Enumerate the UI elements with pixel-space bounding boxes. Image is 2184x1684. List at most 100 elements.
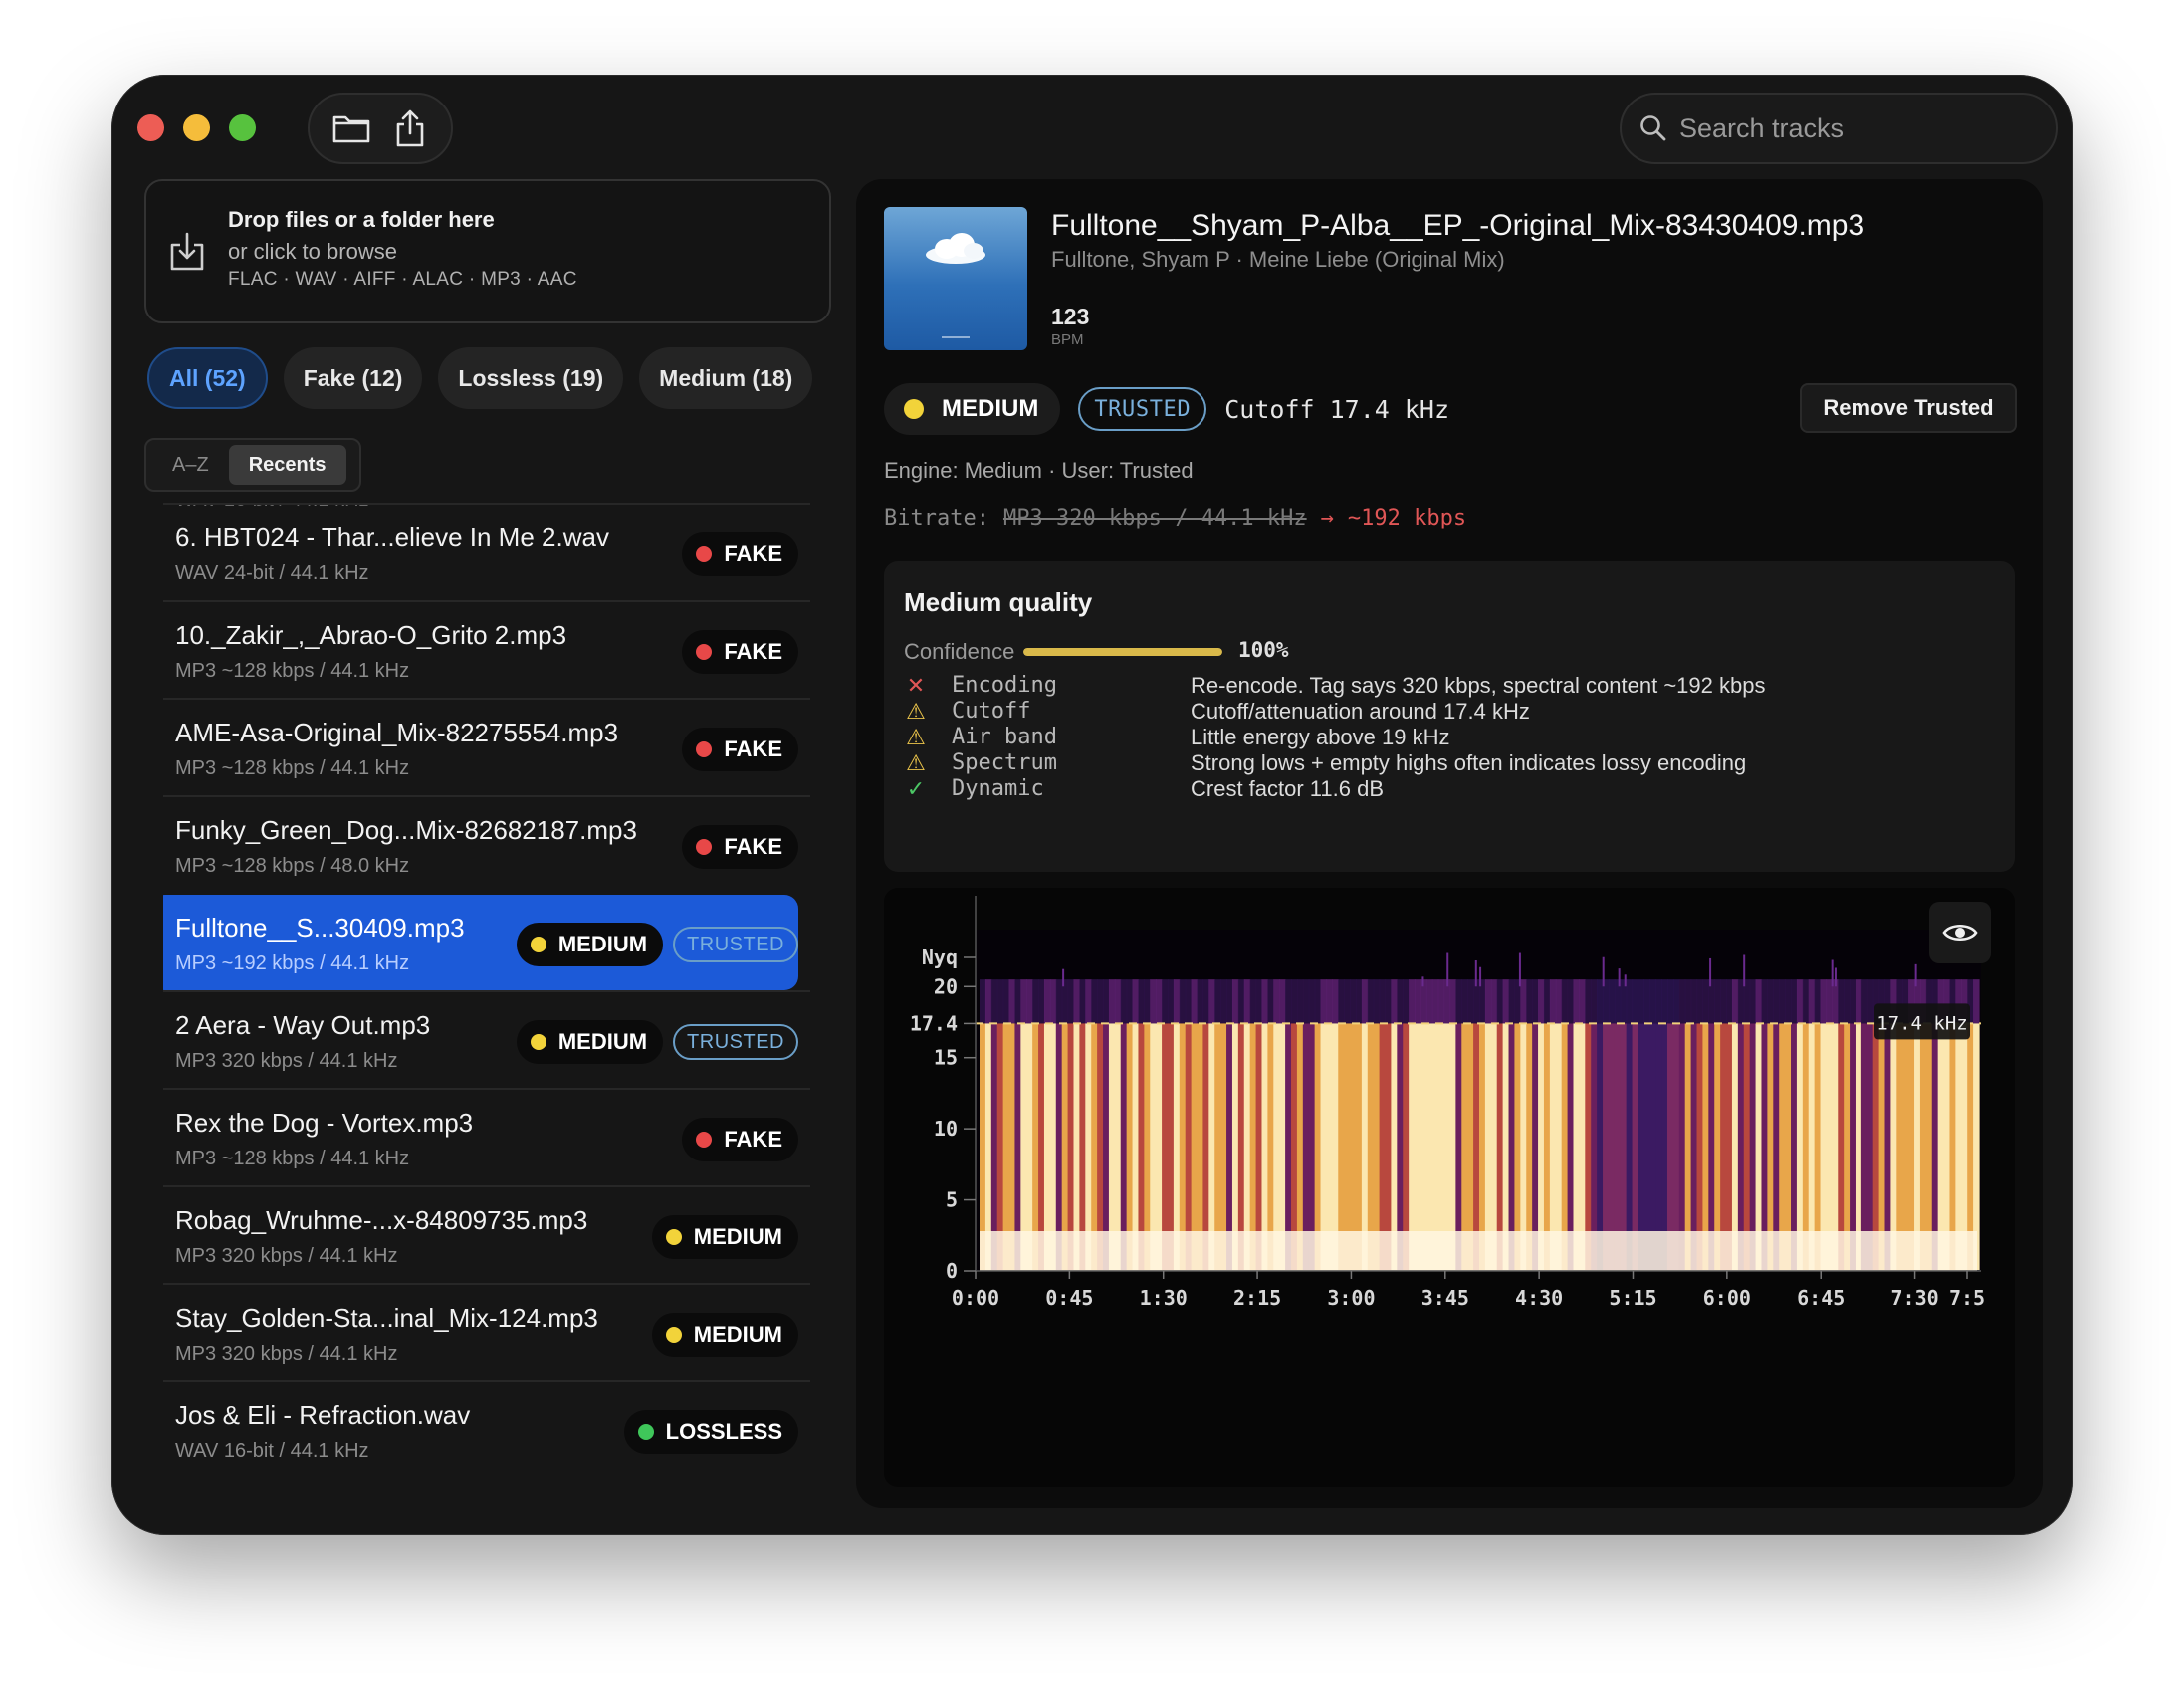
- verdict-label: MEDIUM: [942, 395, 1039, 422]
- spectrogram-high-band: [1197, 979, 1204, 1024]
- search-input[interactable]: [1677, 111, 2040, 145]
- track-row-name: 2 Aera - Way Out.mp3: [175, 1010, 431, 1040]
- verdict-label: FAKE: [724, 1127, 782, 1152]
- verdict-badge: FAKE: [682, 728, 798, 771]
- filter-chip[interactable]: All (52): [147, 347, 268, 409]
- verdict-badge: LOSSLESS: [623, 1410, 798, 1454]
- open-folder-button[interactable]: [329, 106, 373, 150]
- spectrogram-high-band: [1320, 979, 1328, 1024]
- dropzone-title: Drop files or a folder here: [228, 207, 495, 232]
- folder-icon: [332, 115, 369, 143]
- spectrogram-high-band: [1702, 979, 1709, 1024]
- spectrogram-high-band: [1226, 979, 1233, 1024]
- spectrogram-high-band: [1555, 979, 1563, 1024]
- filter-chip[interactable]: Lossless (19): [438, 347, 624, 409]
- track-row[interactable]: 10._Zakir_,_Abrao-O_Grito 2.mp3 MP3 ~128 …: [163, 600, 810, 698]
- verdict-label: MEDIUM: [557, 932, 648, 956]
- zoom-window-button[interactable]: [229, 114, 256, 141]
- bitrate-label: Bitrate:: [884, 506, 989, 530]
- spectrogram-high-band: [1355, 979, 1363, 1024]
- track-row-name: Funky_Green_Dog...Mix-82682187.mp3: [175, 815, 637, 845]
- spectrogram-high-band: [1409, 979, 1416, 1024]
- track-row[interactable]: Stay_Golden-Sta...inal_Mix-124.mp3 MP3 32…: [163, 1283, 810, 1380]
- track-row-name: AME-Asa-Original_Mix-82275554.mp3: [175, 718, 619, 747]
- spectrogram-high-band: [1549, 979, 1557, 1024]
- spectrogram-high-band: [1684, 979, 1692, 1024]
- sort-az-option[interactable]: A–Z: [152, 445, 229, 485]
- track-row[interactable]: Funky_Green_Dog...Mix-82682187.mp3 MP3 ~1…: [163, 795, 810, 893]
- track-row[interactable]: AME-Asa-Original_Mix-82275554.mp3 MP3 ~12…: [163, 698, 810, 795]
- cloud-artwork: [926, 233, 985, 338]
- eye-icon: [1942, 924, 1978, 942]
- minimize-window-button[interactable]: [183, 114, 210, 141]
- check-detail: Crest factor 11.6 dB: [1191, 776, 1385, 801]
- spectrogram-high-band: [1397, 979, 1404, 1024]
- track-row[interactable]: Jos & Eli - Refraction.wav WAV 16-bit / 4…: [163, 1380, 810, 1478]
- warning-icon: ⚠: [906, 750, 926, 775]
- spectrogram-high-band: [1237, 979, 1245, 1024]
- spectrogram-high-band: [1785, 979, 1792, 1024]
- confidence-bar-fill: [1023, 648, 1222, 656]
- spectrogram-high-band: [1126, 979, 1134, 1024]
- share-button[interactable]: [388, 106, 432, 150]
- x-icon: ✕: [906, 673, 926, 698]
- spectrogram-high-band: [1690, 979, 1698, 1024]
- track-row[interactable]: 6. HBT024 - Thar...elieve In Me 2.wav WAV…: [163, 503, 810, 600]
- track-row-badges: FAKE: [682, 1118, 798, 1161]
- bpm-label: BPM: [1051, 331, 1084, 348]
- spectrogram-high-band: [1338, 979, 1345, 1024]
- verdict-dot-icon: [637, 1424, 654, 1440]
- engine-user-verdict: Engine: Medium · User: Trusted: [884, 458, 1194, 483]
- spectrogram-high-band: [1567, 979, 1575, 1024]
- search-bar[interactable]: [1620, 93, 2058, 164]
- spectrogram-high-band: [1449, 979, 1456, 1024]
- verdict-row: MEDIUM TRUSTED Cutoff 17.4 kHz: [884, 383, 1449, 435]
- remove-trusted-button[interactable]: Remove Trusted: [1800, 383, 2017, 433]
- track-row-format: WAV 16-bit / 44.1 kHz: [175, 1440, 369, 1462]
- track-row[interactable]: Fulltone__S...30409.mp3 MP3 ~192 kbps / 4…: [163, 895, 798, 990]
- spectrogram-high-band: [1091, 979, 1098, 1024]
- track-list[interactable]: WAV 16-bit / 44.1 kHz 6. HBT024 - Thar..…: [163, 503, 850, 1535]
- spectrogram-high-band: [1455, 979, 1462, 1024]
- track-row-badges: MEDIUM: [651, 1313, 798, 1357]
- spectrogram-high-band: [1038, 979, 1045, 1024]
- toggle-overlay-button[interactable]: [1929, 902, 1991, 963]
- spectrogram-high-band: [1285, 979, 1292, 1024]
- filter-chip[interactable]: Medium (18): [639, 347, 813, 409]
- track-row-format: MP3 ~128 kbps / 44.1 kHz: [175, 757, 410, 779]
- spectrogram-high-band: [1773, 979, 1780, 1024]
- track-row[interactable]: 2 Aera - Way Out.mp3 MP3 320 kbps / 44.1 …: [163, 990, 810, 1088]
- track-row-format: MP3 320 kbps / 44.1 kHz: [175, 1245, 398, 1267]
- spectrogram-high-band: [1731, 979, 1739, 1024]
- spectrogram-high-band: [1350, 979, 1357, 1024]
- spectrogram-high-band: [1114, 979, 1122, 1024]
- spectrogram-high-band: [1279, 979, 1286, 1024]
- verdict-label: MEDIUM: [693, 1322, 782, 1347]
- spectrogram-high-band: [1344, 979, 1351, 1024]
- track-row[interactable]: Rex the Dog - Vortex.mp3 MP3 ~128 kbps / …: [163, 1088, 810, 1185]
- spectrogram-high-band: [1231, 979, 1239, 1024]
- spectrogram-high-band: [984, 979, 992, 1024]
- x-tick-label: 7:5: [1949, 1286, 1985, 1310]
- close-window-button[interactable]: [137, 114, 164, 141]
- spectrogram-high-band: [1014, 979, 1021, 1024]
- track-artist: Fulltone, Shyam P · Meine Liebe (Origina…: [1051, 247, 1505, 272]
- spectrogram-high-band: [1167, 979, 1175, 1024]
- spectrogram-high-band: [1973, 979, 1980, 1024]
- verdict-badge: MEDIUM: [651, 1215, 798, 1259]
- spectrogram-high-band: [1273, 979, 1280, 1024]
- spectrogram-high-band: [1838, 979, 1845, 1024]
- y-tick-label: 5: [946, 1188, 958, 1212]
- track-row[interactable]: Robag_Wruhme-...x-84809735.mp3 MP3 320 kb…: [163, 1185, 810, 1283]
- sort-recents-option[interactable]: Recents: [228, 445, 346, 485]
- spectrogram-high-band: [1726, 979, 1733, 1024]
- x-tick-label: 6:45: [1797, 1286, 1845, 1310]
- check-detail: Little energy above 19 kHz: [1191, 725, 1450, 749]
- spectrogram-high-band: [1043, 979, 1051, 1024]
- quality-title: Medium quality: [904, 587, 1093, 617]
- track-bpm: 123: [1051, 304, 1090, 329]
- file-dropzone[interactable]: Drop files or a folder here or click to …: [144, 179, 831, 323]
- track-row-badges: FAKE: [682, 728, 798, 771]
- filter-chip[interactable]: Fake (12): [283, 347, 423, 409]
- spectrogram-high-band: [1632, 979, 1639, 1024]
